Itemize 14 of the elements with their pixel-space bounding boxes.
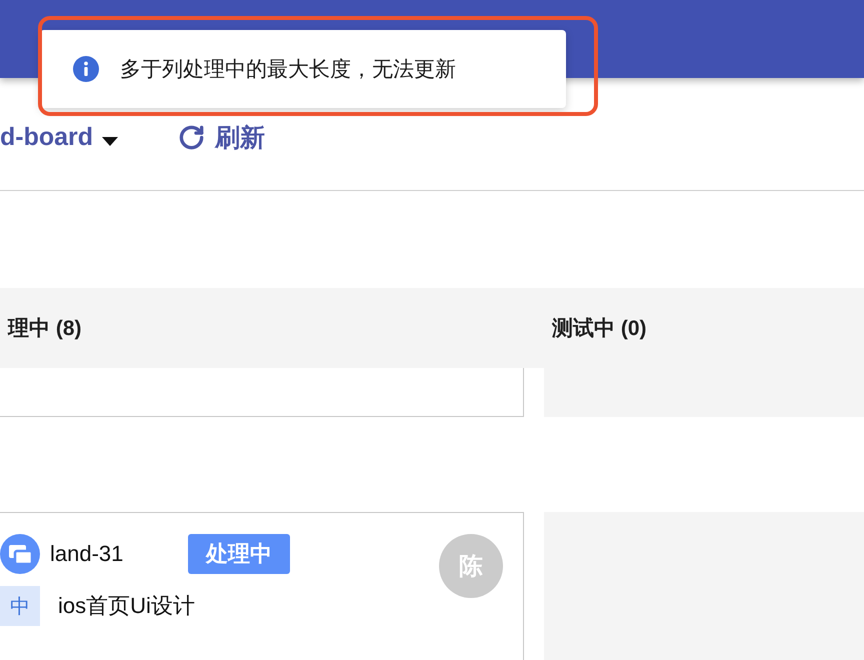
column-title: 理中 (8) xyxy=(8,316,82,342)
task-card[interactable] xyxy=(0,368,524,417)
card-title: ios首页Ui设计 xyxy=(58,592,195,620)
column-title: 测试中 (0) xyxy=(552,316,646,342)
toast-text: 多于列处理中的最大长度，无法更新 xyxy=(120,57,456,83)
refresh-icon xyxy=(178,124,206,150)
refresh-button[interactable]: 刷新 xyxy=(178,122,266,152)
board-selector[interactable]: d-board xyxy=(0,122,118,152)
issue-key: land-31 xyxy=(50,541,124,567)
info-icon xyxy=(73,56,99,82)
task-type-icon xyxy=(0,534,40,574)
priority-tag: 中 xyxy=(0,586,40,626)
status-badge: 处理中 xyxy=(188,534,290,574)
caret-down-icon xyxy=(102,136,118,146)
